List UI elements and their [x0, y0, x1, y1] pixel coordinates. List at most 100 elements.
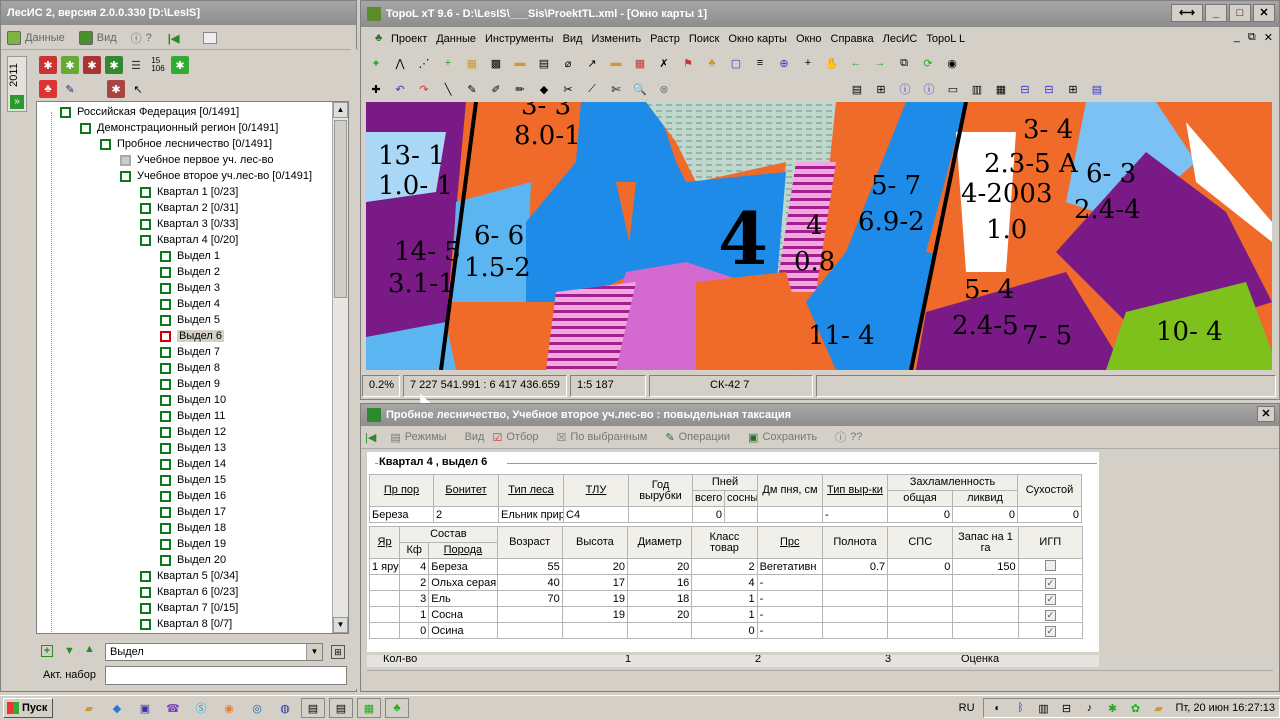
tree-node-checkbox[interactable] — [160, 442, 171, 454]
cell-stump-diam[interactable] — [757, 506, 823, 523]
flag-icon[interactable]: ⚑ — [679, 54, 697, 72]
tree-node-checkbox[interactable] — [160, 314, 171, 326]
col-cut-type[interactable]: Тип выр-ки — [822, 474, 888, 507]
add-point-icon[interactable]: ✚ — [367, 80, 385, 98]
topol-menu-item[interactable]: Данные — [436, 33, 476, 45]
plus-tool-icon[interactable]: + — [439, 54, 457, 72]
cell-kf[interactable]: 1 — [399, 606, 430, 623]
cell-prs[interactable]: - — [756, 590, 823, 607]
cell-igp[interactable]: ✓ — [1017, 606, 1084, 623]
table-edit-icon[interactable]: ▤ — [848, 80, 866, 98]
cell-diam[interactable]: 18 — [627, 590, 693, 607]
knife-icon[interactable]: ⟋ — [583, 80, 601, 98]
tree-node-checkbox[interactable] — [140, 586, 151, 598]
col-yar[interactable]: Яр — [368, 526, 401, 559]
bug-grid-icon[interactable]: ✱ — [83, 56, 101, 74]
vertex-tool-icon[interactable]: ⋰ — [415, 54, 433, 72]
cell-class[interactable]: 1 — [691, 590, 758, 607]
tree-node[interactable]: Выдел 15 — [160, 472, 226, 488]
tree-node-checkbox[interactable] — [160, 426, 171, 438]
cell-stock[interactable]: 150 — [952, 558, 1019, 575]
tree-node[interactable]: Выдел 2 — [160, 264, 220, 280]
cell-species[interactable]: Береза — [428, 558, 498, 575]
cell-igp[interactable]: ✓ — [1017, 574, 1084, 591]
cell-class[interactable]: 0 — [691, 622, 758, 639]
tree-node-checkbox[interactable] — [120, 154, 131, 166]
toolbar-operations[interactable]: Операции — [679, 431, 730, 443]
search-icon[interactable]: 🔍 — [631, 80, 649, 98]
cell-height[interactable]: 19 — [561, 590, 629, 607]
cell-igp[interactable]: ✓ — [1017, 622, 1084, 639]
cell-prs[interactable]: - — [756, 606, 823, 623]
zoom-in-icon[interactable]: ⊕ — [775, 54, 793, 72]
help-icon[interactable]: ⓘ — [131, 30, 142, 46]
shape-icon[interactable]: ◆ — [535, 80, 553, 98]
tree-node[interactable]: Квартал 4 [0/20] — [140, 232, 238, 248]
tree-node-checkbox[interactable] — [140, 186, 151, 198]
language-indicator[interactable]: RU — [959, 702, 975, 714]
tree-node[interactable]: Квартал 3 [0/33] — [140, 216, 238, 232]
tree-node[interactable]: Выдел 9 — [160, 376, 220, 392]
tree-node[interactable]: Демонстрационный регион [0/1491] — [80, 120, 278, 136]
cell-age[interactable]: 55 — [496, 558, 563, 575]
topol-menu-item[interactable]: Инструменты — [485, 33, 554, 45]
topol-task-icon[interactable]: ♣ — [385, 698, 409, 718]
toolbar-view[interactable]: Вид — [465, 431, 485, 443]
tree-node-checkbox[interactable] — [160, 506, 171, 518]
col-species[interactable]: Порода — [428, 542, 498, 559]
menu-help[interactable]: ? — [146, 32, 152, 44]
back-icon[interactable]: |◀ — [365, 431, 376, 444]
tree-node[interactable]: Выдел 18 — [160, 520, 226, 536]
tree-node-checkbox[interactable] — [140, 618, 151, 630]
cell-yar[interactable]: 1 ярус — [368, 558, 401, 575]
attribute-icon[interactable]: ▥ — [968, 80, 986, 98]
cell-prs[interactable]: - — [756, 622, 823, 639]
edit-icon[interactable]: ✏ — [511, 80, 529, 98]
table-search-icon[interactable]: ⊞ — [872, 80, 890, 98]
tree-node[interactable]: Выдел 20 — [160, 552, 226, 568]
scroll-down-button[interactable]: ▼ — [333, 617, 348, 633]
topol-menu-item[interactable]: Вид — [563, 33, 583, 45]
cell-diam[interactable]: 20 — [627, 558, 693, 575]
topol-menu-item[interactable]: Растр — [650, 33, 680, 45]
tree-node[interactable]: Квартал 8 [0/7] — [140, 616, 232, 632]
viber-icon[interactable]: ☎ — [161, 698, 185, 718]
cell-clutter-liquid[interactable]: 0 — [952, 506, 1018, 523]
tree-node-checkbox[interactable] — [140, 602, 151, 614]
info-query-icon[interactable]: ⓘ — [920, 80, 938, 98]
refresh-icon[interactable]: ⟳ — [919, 54, 937, 72]
scroll-up-button[interactable]: ▲ — [333, 102, 348, 118]
col-pr-por[interactable]: Пр пор — [369, 474, 434, 507]
globe-icon[interactable]: ◍ — [273, 698, 297, 718]
tree-node-checkbox[interactable] — [160, 538, 171, 550]
clock[interactable]: Пт, 20 июн 16:27:13 — [1176, 702, 1275, 714]
pen-icon[interactable]: ✎ — [61, 80, 79, 98]
cell-igp[interactable] — [1017, 558, 1084, 575]
cell-kf[interactable]: 4 — [399, 558, 430, 575]
filter-bug-icon[interactable]: ✱ — [107, 80, 125, 98]
topol-menu-item[interactable]: ЛесИС — [883, 33, 918, 45]
tree-node[interactable]: Пробное лесничество [0/1491] — [100, 136, 272, 152]
restore-arrows-button[interactable]: ⟷ — [1171, 4, 1203, 22]
tree-node[interactable]: Выдел 14 — [160, 456, 226, 472]
tree-node[interactable]: Выдел 13 — [160, 440, 226, 456]
mdi-close-button[interactable]: ✕ — [1264, 31, 1273, 44]
cell-clutter-total[interactable]: 0 — [887, 506, 953, 523]
tray-usb-icon[interactable]: ⊟ — [1059, 698, 1075, 718]
tray-app-icon[interactable]: ✿ — [1128, 698, 1144, 718]
tree-node-checkbox[interactable] — [160, 378, 171, 390]
tree-node-checkbox[interactable] — [160, 298, 171, 310]
expand-icon[interactable]: » — [10, 95, 24, 109]
col-tlu[interactable]: ТЛУ — [563, 474, 629, 507]
cell-species[interactable]: Осина — [428, 622, 498, 639]
cell-bonitet[interactable]: 2 — [433, 506, 499, 523]
back-arrow-icon[interactable]: ← — [847, 54, 865, 72]
pan-hand-icon[interactable]: ✋ — [823, 54, 841, 72]
firefox-icon[interactable]: ◉ — [217, 698, 241, 718]
cell-sps[interactable]: 0 — [887, 558, 954, 575]
igp-checkbox[interactable]: ✓ — [1044, 593, 1056, 605]
cell-yar[interactable] — [368, 606, 401, 623]
tray-drive-icon[interactable]: ▰ — [1151, 698, 1167, 718]
tree-node-checkbox[interactable] — [160, 458, 171, 470]
menu-view[interactable]: Вид — [97, 32, 117, 44]
